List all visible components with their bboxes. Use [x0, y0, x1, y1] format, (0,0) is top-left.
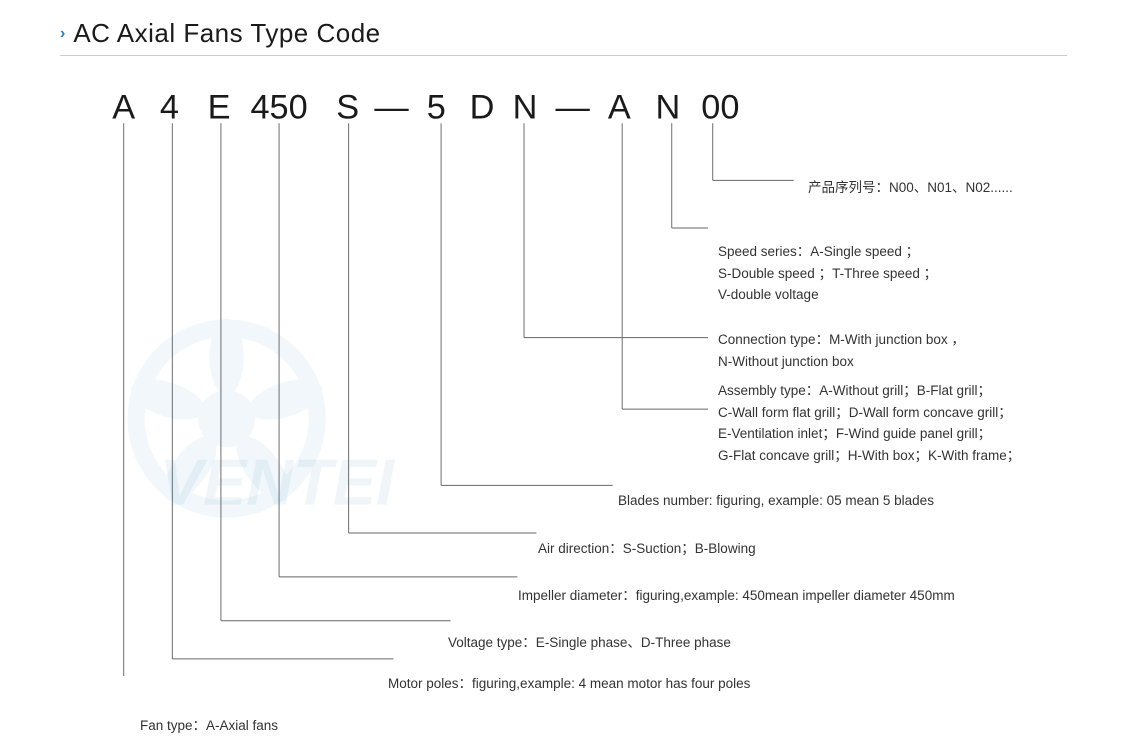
code-dash1: — [374, 88, 409, 126]
code-00: 00 [701, 88, 739, 126]
page-container: › AC Axial Fans Type Code A 4 E 450 S — … [0, 0, 1127, 711]
annotation-motor-poles: Motor poles：figuring,example: 4 mean mot… [388, 674, 750, 695]
chevron-icon: › [60, 25, 65, 43]
code-S: S [336, 88, 359, 126]
annotation-speed-series: Speed series：A-Single speed ； S-Double s… [718, 241, 937, 306]
page-title: AC Axial Fans Type Code [73, 18, 380, 49]
code-N1: N [513, 88, 538, 126]
annotation-assembly-type: Assembly type：A-Without grill；B-Flat gri… [718, 380, 1020, 466]
code-D: D [470, 88, 495, 126]
annotation-blades-number: Blades number: figuring, example: 05 mea… [618, 491, 934, 512]
code-4: 4 [160, 88, 179, 126]
code-N2: N [656, 88, 681, 126]
annotation-air-direction: Air direction：S-Suction；B-Blowing [538, 539, 756, 560]
code-A2: A [608, 88, 631, 126]
diagram-container: A 4 E 450 S — 5 D N — A N 00 [60, 66, 1070, 676]
svg-text:VENTEI: VENTEI [160, 445, 396, 518]
code-dash2: — [555, 88, 590, 126]
annotation-voltage-type: Voltage type：E-Single phase、D-Three phas… [448, 633, 731, 654]
code-A: A [112, 88, 135, 126]
code-5: 5 [427, 88, 446, 126]
code-E: E [208, 88, 231, 126]
header-divider [60, 55, 1067, 56]
annotation-connection-type: Connection type：M-With junction box ， N-… [718, 329, 965, 372]
annotation-impeller-diameter: Impeller diameter：figuring,example: 450m… [518, 586, 955, 607]
code-450: 450 [250, 88, 307, 126]
annotation-fan-type: Fan type：A-Axial fans [140, 716, 278, 737]
annotation-product-series: 产品序列号：N00、N01、N02...... [808, 178, 1013, 199]
header-section: › AC Axial Fans Type Code [60, 18, 1067, 49]
